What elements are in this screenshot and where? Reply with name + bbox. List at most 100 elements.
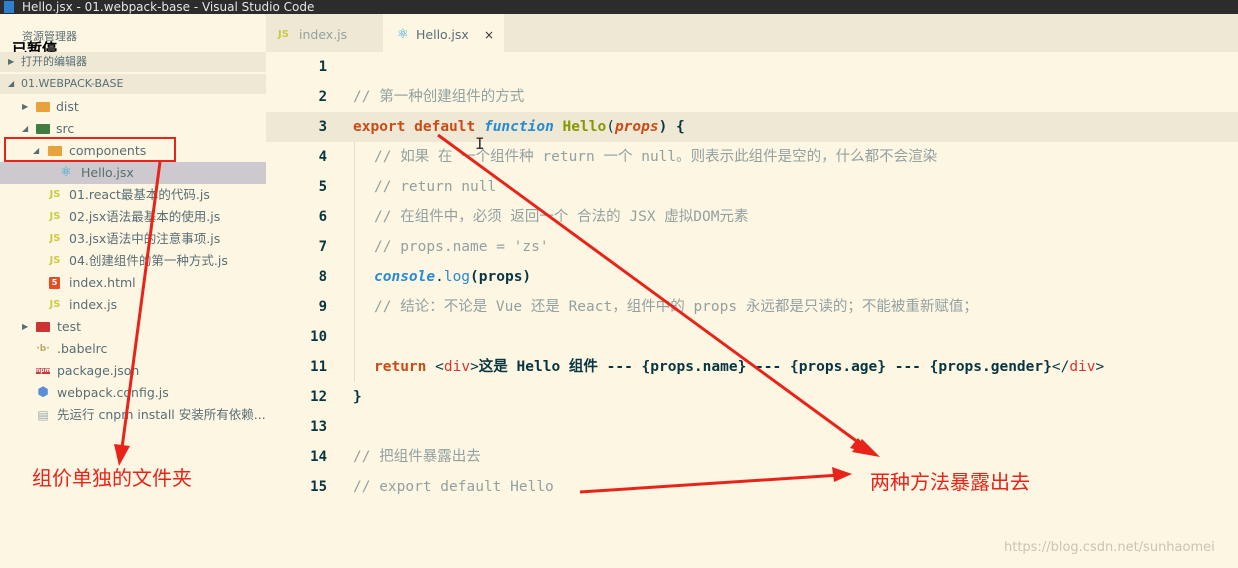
- function-name: Hello: [562, 119, 607, 135]
- paren: (: [606, 119, 615, 135]
- comment: // 如果 在 一个组件种 return 一个 null。则表示此组件是空的，什…: [374, 149, 938, 165]
- tree-item-hello-jsx[interactable]: ⚛ Hello.jsx: [0, 162, 266, 184]
- chevron-right-icon: ▶: [8, 57, 15, 66]
- line-number: 7: [318, 239, 327, 255]
- tab-label: index.js: [299, 27, 348, 42]
- line-number: 11: [310, 359, 327, 375]
- paren-brace: ) {: [658, 119, 685, 135]
- annotation-folder-note: 组价单独的文件夹: [32, 466, 192, 490]
- console-object: console: [374, 269, 436, 285]
- tree-item-file[interactable]: 5 index.html: [0, 272, 266, 294]
- code-line: 1: [266, 52, 1238, 82]
- tree-item-file[interactable]: JS 02.jsx语法最基本的使用.js: [0, 206, 266, 228]
- tag-bracket: </: [1051, 359, 1070, 375]
- tree-item-file[interactable]: JS 04.创建组件的第一种方式.js: [0, 250, 266, 272]
- tag-name: div: [443, 359, 471, 375]
- tab-label: Hello.jsx: [416, 27, 469, 42]
- webpack-icon: ⬢: [37, 385, 49, 400]
- watermark: https://blog.csdn.net/sunhaomei: [1004, 540, 1215, 555]
- code-line: 4 // 如果 在 一个组件种 return 一个 null。则表示此组件是空的…: [266, 142, 1238, 172]
- code-text: console.log(props): [353, 262, 531, 292]
- line-number: 4: [318, 149, 327, 165]
- code-line: 7 // props.name = 'zs': [266, 232, 1238, 262]
- code-line: 5 // return null: [266, 172, 1238, 202]
- line-number: 12: [310, 389, 327, 405]
- code-line: 14 // 把组件暴露出去: [266, 442, 1238, 472]
- js-icon: JS: [49, 233, 61, 244]
- chevron-right-icon: ▶: [22, 102, 29, 111]
- vscode-logo-icon: [4, 1, 14, 13]
- call-args: (props): [470, 269, 532, 285]
- tree-item-file[interactable]: JS 03.jsx语法中的注意事项.js: [0, 228, 266, 250]
- line-number: 9: [318, 299, 327, 315]
- npm-icon: npm: [36, 367, 51, 374]
- tree-item-label: 03.jsx语法中的注意事项.js: [69, 231, 221, 246]
- line-number: 6: [318, 209, 327, 225]
- code-editor[interactable]: 1 2 // 第一种创建组件的方式 3 export default funct…: [266, 52, 1238, 568]
- chevron-down-icon: ◢: [33, 146, 40, 155]
- tree-item-label: Hello.jsx: [81, 165, 134, 180]
- line-number: 15: [310, 479, 327, 495]
- tree-item-label: index.html: [69, 275, 136, 290]
- tree-item-file[interactable]: ·b· .babelrc: [0, 338, 266, 360]
- line-number: 3: [318, 119, 327, 135]
- keyword-default: default: [414, 119, 476, 135]
- tag-bracket: >: [470, 359, 479, 375]
- chevron-down-icon: ◢: [8, 79, 15, 88]
- line-number: 10: [310, 329, 327, 345]
- html-icon: 5: [49, 277, 60, 289]
- comment: // export default Hello: [353, 479, 554, 495]
- title-bar: Hello.jsx - 01.webpack-base - Visual Stu…: [0, 0, 1238, 14]
- react-icon: ⚛: [397, 27, 409, 42]
- code-line: 10: [266, 322, 1238, 352]
- code-line-current: 3 export default function Hello(props) {: [266, 112, 1238, 142]
- tab-index-js[interactable]: JS index.js: [266, 14, 383, 52]
- tree-item-test[interactable]: ▶ test: [0, 316, 266, 338]
- keyword-function: function: [483, 119, 554, 135]
- tree-item-components[interactable]: ◢ components: [0, 140, 266, 162]
- tree-item-src[interactable]: ◢ src: [0, 118, 266, 140]
- code-text: return <div>这是 Hello 组件 --- {props.name}…: [353, 352, 1104, 382]
- comment: // 结论：不论是 Vue 还是 React，组件中的 props 永远都是只读…: [374, 299, 978, 315]
- js-icon: JS: [49, 211, 61, 222]
- babel-icon: ·b·: [36, 344, 50, 354]
- param: props: [614, 119, 659, 135]
- folder-red-icon: [36, 322, 50, 332]
- jsx-text: 这是 Hello 组件 --- {props.name} --- {props.…: [478, 359, 1052, 375]
- code-text: export default function Hello(props) {: [353, 112, 685, 142]
- code-line: 13: [266, 412, 1238, 442]
- tree-item-label: package.json: [57, 363, 140, 378]
- js-icon: JS: [49, 189, 61, 200]
- code-line: 9 // 结论：不论是 Vue 还是 React，组件中的 props 永远都是…: [266, 292, 1238, 322]
- tree-item-label: index.js: [69, 297, 118, 312]
- tree-item-label: 01.react最基本的代码.js: [69, 187, 210, 202]
- tree-item-file[interactable]: ▤ 先运行 cnpm install 安装所有依赖...: [0, 404, 266, 426]
- js-icon: JS: [278, 29, 289, 40]
- tree-item-label: src: [56, 121, 75, 136]
- tree-item-file[interactable]: ⬢ webpack.config.js: [0, 382, 266, 404]
- line-number: 5: [318, 179, 327, 195]
- tab-hello-jsx[interactable]: ⚛ Hello.jsx ×: [383, 14, 504, 52]
- tree-item-dist[interactable]: ▶ dist: [0, 96, 266, 118]
- open-editors-label: 打开的编辑器: [21, 55, 87, 68]
- tree-item-file[interactable]: JS index.js: [0, 294, 266, 316]
- line-number: 14: [310, 449, 327, 465]
- tree-item-label: webpack.config.js: [57, 385, 169, 400]
- code-line: 2 // 第一种创建组件的方式: [266, 82, 1238, 112]
- window-title: Hello.jsx - 01.webpack-base - Visual Stu…: [22, 0, 315, 14]
- editor-tabs: JS index.js ⚛ Hello.jsx ×: [266, 14, 1238, 52]
- tree-item-file[interactable]: npm package.json: [0, 360, 266, 382]
- keyword-return: return: [374, 359, 427, 375]
- react-icon: ⚛: [60, 165, 72, 180]
- folder-open-icon: [48, 146, 62, 156]
- comment: // 在组件中，必须 返回一个 合法的 JSX 虚拟DOM元素: [374, 209, 749, 225]
- tree-item-file[interactable]: JS 01.react最基本的代码.js: [0, 184, 266, 206]
- close-icon[interactable]: ×: [484, 14, 494, 56]
- project-section[interactable]: ◢ 01.WEBPACK-BASE: [0, 74, 266, 94]
- code-line: 15 // export default Hello: [266, 472, 1238, 502]
- comment: // 把组件暴露出去: [353, 449, 481, 465]
- js-icon: JS: [49, 299, 61, 310]
- open-editors-section[interactable]: ▶ 打开的编辑器: [0, 52, 266, 72]
- code-line: 11 return <div>这是 Hello 组件 --- {props.na…: [266, 352, 1238, 382]
- line-number: 13: [310, 419, 327, 435]
